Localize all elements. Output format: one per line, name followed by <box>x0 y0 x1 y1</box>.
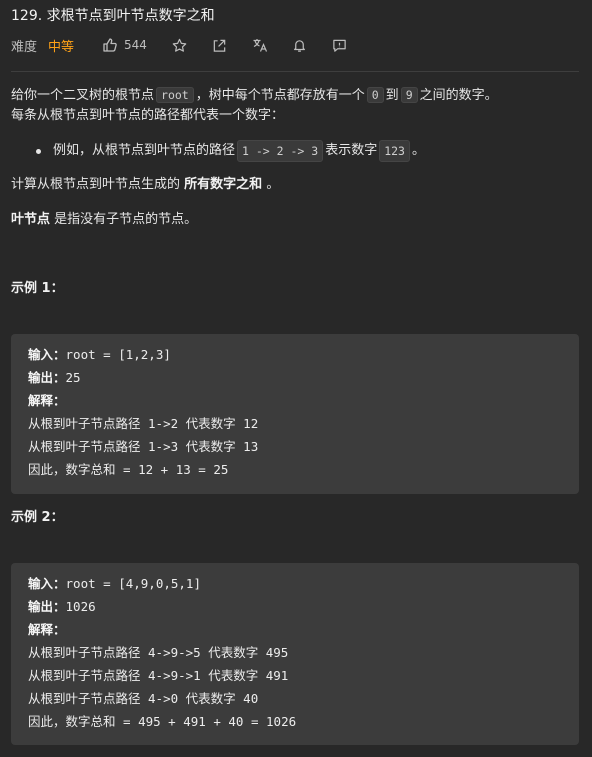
list-item: 例如，从根节点到叶节点的路径 1 -> 2 -> 3 表示数字 123 。 <box>36 140 425 162</box>
thumbs-up-icon <box>103 38 117 52</box>
like-count: 544 <box>124 38 147 52</box>
emphasis-text: 叶节点 <box>11 212 51 227</box>
notification-button[interactable] <box>291 36 309 54</box>
input-label: 输入： <box>28 576 66 591</box>
example-output-line: 输出：1026 <box>28 596 96 618</box>
example-2-code-block: 输入：root = [4,9,0,5,1] 输出：1026 解释： 从根到叶子节… <box>11 563 579 745</box>
inline-code-number: 123 <box>379 140 410 162</box>
example-input-line: 输入：root = [4,9,0,5,1] <box>28 573 201 595</box>
example-explain-label: 解释： <box>28 393 66 408</box>
feedback-icon <box>333 39 347 52</box>
share-icon <box>214 39 226 52</box>
example-1-title: 示例 1： <box>11 281 64 296</box>
bullet-text: 。 <box>411 143 425 158</box>
translate-button[interactable] <box>251 36 269 54</box>
output-label: 输出： <box>28 370 66 385</box>
description-text: ，树中每个节点都存放有一个 <box>195 88 365 103</box>
example-2-title: 示例 2： <box>11 510 64 525</box>
inline-code-nine: 9 <box>400 87 418 103</box>
bell-icon <box>294 39 306 52</box>
explanation-line: 从根到叶子节点路径 4->9->1 代表数字 491 <box>28 668 289 683</box>
example-output-line: 输出：25 <box>28 367 81 389</box>
share-button[interactable] <box>211 36 229 54</box>
description-paragraph-2: 每条从根节点到叶节点的路径都代表一个数字： <box>11 108 285 123</box>
description-paragraph-1: 给你一个二叉树的根节点 root ，树中每个节点都存放有一个 0 到 9 之间的数字。 <box>11 85 498 106</box>
problem-title: 129. 求根节点到叶节点数字之和 <box>11 8 215 24</box>
output-value: 25 <box>65 370 81 385</box>
description-text: 是指没有子节点的节点。 <box>54 212 198 227</box>
output-label: 输出： <box>28 599 66 614</box>
inline-code-zero: 0 <box>366 87 384 103</box>
difficulty-badge: 中等 <box>48 39 75 55</box>
bullet-text: 表示数字 <box>325 143 378 158</box>
description-text: 计算从根节点到叶节点生成的 <box>11 177 181 192</box>
explanation-line: 因此，数字总和 = 12 + 13 = 25 <box>28 462 229 477</box>
feedback-button[interactable] <box>331 36 349 54</box>
example-1-code-block: 输入：root = [1,2,3] 输出：25 解释： 从根到叶子节点路径 1-… <box>11 334 579 494</box>
input-value: root = [1,2,3] <box>65 347 171 362</box>
inline-code-path: 1 -> 2 -> 3 <box>237 140 324 162</box>
input-label: 输入： <box>28 347 66 362</box>
description-paragraph-3: 计算从根节点到叶节点生成的 所有数字之和 。 <box>11 175 279 195</box>
example-input-line: 输入：root = [1,2,3] <box>28 344 171 366</box>
explanation-line: 从根到叶子节点路径 1->3 代表数字 13 <box>28 439 259 454</box>
problem-meta-bar: 难度 中等 544 <box>11 34 349 56</box>
like-button[interactable]: 544 <box>102 37 147 53</box>
translate-icon <box>253 39 267 52</box>
favorite-button[interactable] <box>171 36 189 54</box>
bullet-dot <box>36 148 41 154</box>
input-value: root = [4,9,0,5,1] <box>65 576 201 591</box>
inline-code-root: root <box>156 87 194 103</box>
difficulty-label: 难度 <box>11 39 38 55</box>
problem-description-panel: 129. 求根节点到叶节点数字之和 难度 中等 544 给你一个二叉树的根节点 … <box>0 0 592 757</box>
explanation-line: 从根到叶子节点路径 4->0 代表数字 40 <box>28 691 259 706</box>
description-text: 之间的数字。 <box>419 88 498 103</box>
explanation-line: 因此，数字总和 = 495 + 491 + 40 = 1026 <box>28 714 297 729</box>
explanation-line: 从根到叶子节点路径 4->9->5 代表数字 495 <box>28 645 289 660</box>
star-icon <box>173 38 187 52</box>
bullet-text: 例如，从根节点到叶节点的路径 <box>53 143 236 158</box>
explanation-line: 从根到叶子节点路径 1->2 代表数字 12 <box>28 416 259 431</box>
example-explain-label: 解释： <box>28 622 66 637</box>
description-paragraph-4: 叶节点 是指没有子节点的节点。 <box>11 210 197 230</box>
description-text: 给你一个二叉树的根节点 <box>11 88 155 103</box>
divider <box>11 71 579 72</box>
output-value: 1026 <box>65 599 96 614</box>
emphasis-text: 所有数字之和 <box>184 177 263 192</box>
description-text: 到 <box>385 88 399 103</box>
description-text: 。 <box>266 177 280 192</box>
